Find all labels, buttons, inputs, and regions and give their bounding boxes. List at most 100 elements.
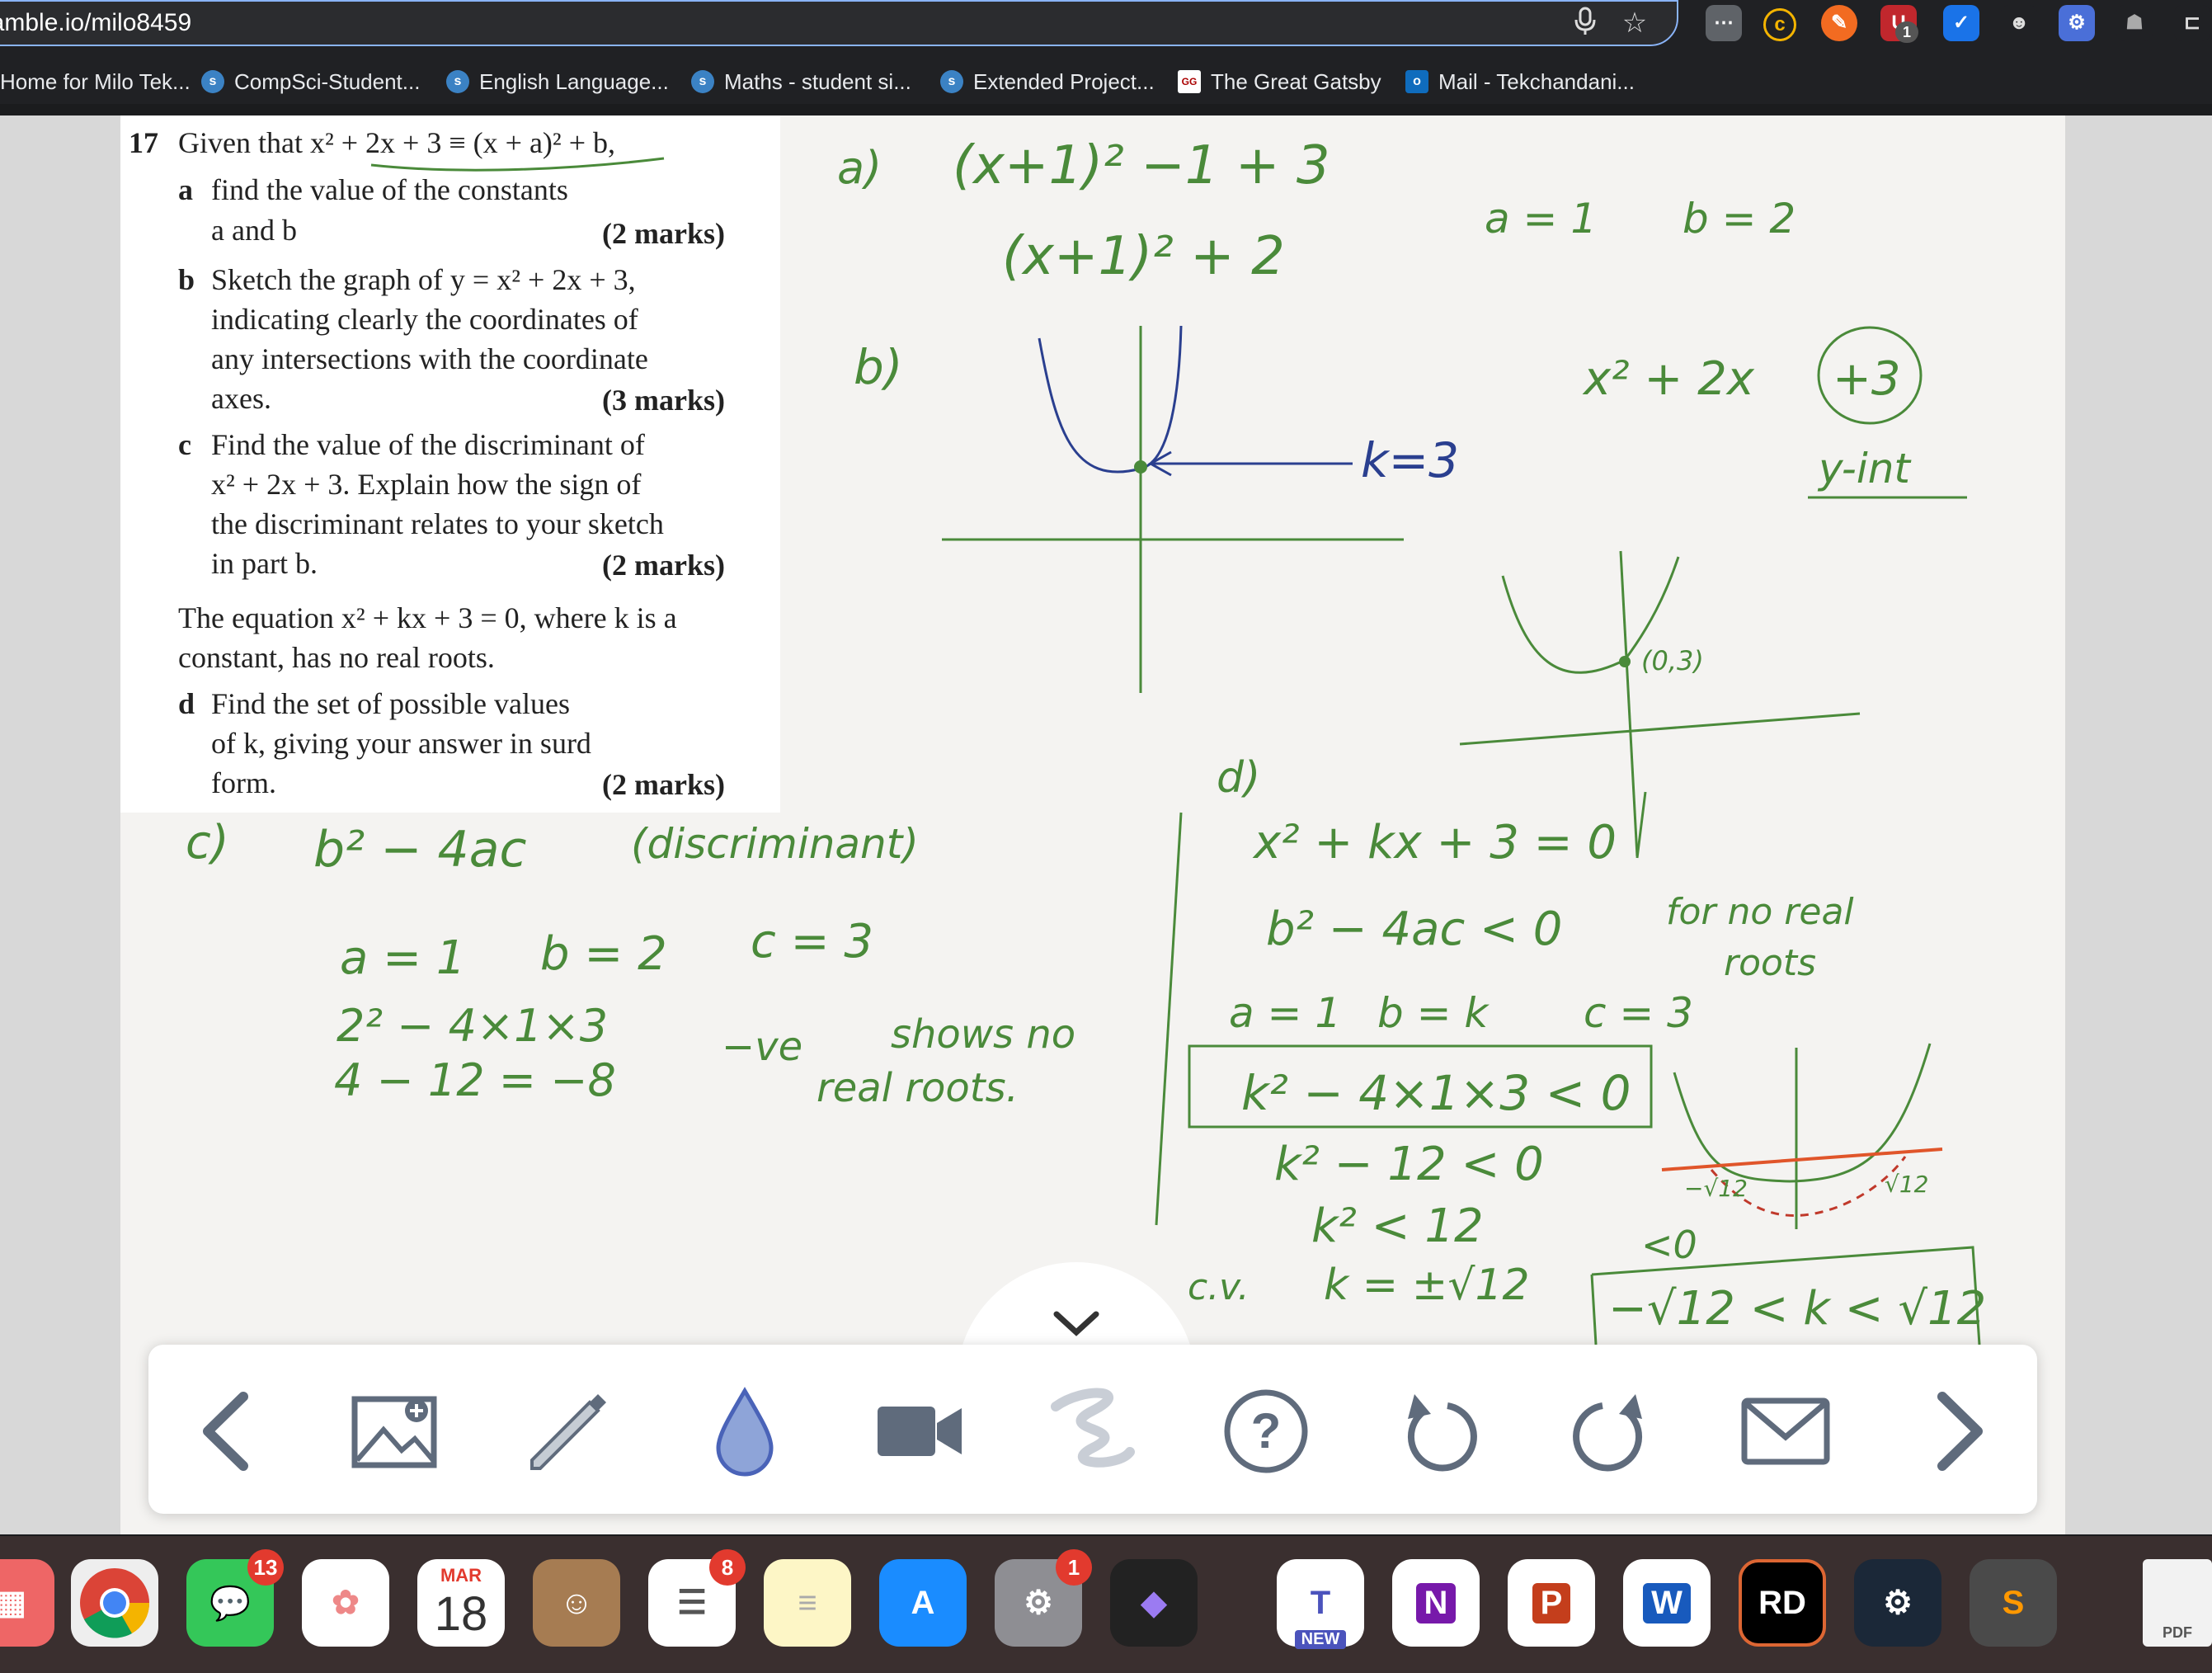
- scribble-icon[interactable]: [1043, 1386, 1142, 1477]
- rider-letter: RD: [1758, 1584, 1806, 1621]
- bookmark-mail[interactable]: o Mail - Tekchandani...: [1405, 59, 1635, 104]
- powerpoint-letter: P: [1532, 1582, 1571, 1624]
- pencil-icon[interactable]: [520, 1386, 619, 1477]
- sublime-text-icon[interactable]: S: [1970, 1559, 2057, 1647]
- onenote-letter: N: [1415, 1582, 1457, 1624]
- undo-icon[interactable]: [1390, 1386, 1489, 1477]
- extension-tool-icon[interactable]: ✎: [1821, 5, 1857, 41]
- bookmark-book-icon: GG: [1178, 70, 1201, 93]
- marks: (2 marks): [602, 768, 725, 801]
- settings-badge: 1: [1056, 1549, 1092, 1586]
- chrome-icon[interactable]: [71, 1559, 158, 1647]
- part-c-line: in part b.: [211, 547, 318, 580]
- part-letter: d: [178, 687, 195, 720]
- extension-cat-icon[interactable]: ☗: [2116, 5, 2153, 41]
- extension-ublock-icon[interactable]: U 1: [1880, 5, 1918, 43]
- bookmark-home[interactable]: Home for Milo Tek...: [0, 59, 191, 104]
- part-d-line: of k, giving your answer in surd: [211, 727, 591, 760]
- redo-icon[interactable]: [1561, 1386, 1660, 1477]
- part-d-intro: constant, has no real roots.: [178, 641, 495, 674]
- bookmark-site-icon: s: [940, 70, 963, 93]
- reminders-badge: 8: [709, 1549, 746, 1586]
- messages-badge: 13: [247, 1549, 284, 1586]
- part-letter: b: [178, 263, 195, 296]
- back-arrow-icon[interactable]: [177, 1386, 276, 1477]
- question-panel: 17 Given that x² + 2x + 3 ≡ (x + a)² + b…: [120, 115, 780, 813]
- bookmark-maths[interactable]: s Maths - student si...: [691, 59, 911, 104]
- bookmark-extended-project[interactable]: s Extended Project...: [940, 59, 1155, 104]
- part-b-line: axes.: [211, 382, 271, 415]
- mail-icon[interactable]: [1736, 1386, 1835, 1477]
- extension-face-icon[interactable]: ☻: [2001, 5, 2037, 41]
- pdf-label: PDF: [2163, 1624, 2192, 1641]
- chevron-down-icon[interactable]: [1052, 1308, 1101, 1341]
- ink-drop-icon[interactable]: [695, 1386, 794, 1477]
- bookmark-site-icon: s: [691, 70, 714, 93]
- part-b-line: indicating clearly the coordinates of: [211, 303, 638, 336]
- powerpoint-icon[interactable]: P: [1508, 1559, 1595, 1647]
- forward-arrow-icon[interactable]: [1909, 1386, 2008, 1477]
- star-icon[interactable]: ☆: [1618, 7, 1651, 40]
- contacts-icon[interactable]: ☺: [533, 1559, 620, 1647]
- app-store-icon[interactable]: A: [879, 1559, 967, 1647]
- part-a-line: a and b: [211, 214, 297, 247]
- extension-extra-icon[interactable]: ⊏: [2174, 5, 2210, 41]
- part-d-line: Find the set of possible values: [211, 687, 570, 720]
- bookmark-label: Home for Milo Tek...: [0, 68, 191, 94]
- extension-puzzle-icon[interactable]: ⚙: [2059, 5, 2095, 41]
- extensions-menu-icon[interactable]: ⋯: [1706, 5, 1742, 41]
- bookmark-english[interactable]: s English Language...: [446, 59, 669, 104]
- add-image-icon[interactable]: [346, 1386, 445, 1477]
- help-icon[interactable]: ?: [1217, 1386, 1315, 1477]
- bookmark-label: Maths - student si...: [724, 68, 911, 94]
- bookmarks-bar: Home for Milo Tek... s CompSci-Student...…: [0, 59, 2212, 104]
- part-letter: c: [178, 428, 191, 461]
- part-letter: a: [178, 173, 193, 206]
- teams-new-label: NEW: [1294, 1630, 1347, 1649]
- marks: (2 marks): [602, 217, 725, 250]
- outlook-icon: o: [1405, 70, 1428, 93]
- word-letter: W: [1643, 1582, 1691, 1624]
- part-d-line: form.: [211, 766, 276, 799]
- marks: (2 marks): [602, 549, 725, 582]
- messages-icon[interactable]: 💬 13: [186, 1549, 284, 1647]
- bookmark-compsci[interactable]: s CompSci-Student...: [201, 59, 420, 104]
- bookmark-label: The Great Gatsby: [1211, 68, 1381, 94]
- part-d-intro: The equation x² + kx + 3 = 0, where k is…: [178, 601, 677, 634]
- extension-check-icon[interactable]: ✓: [1943, 5, 1979, 41]
- bookmark-label: English Language...: [479, 68, 669, 94]
- part-b-line: any intersections with the coordinate: [211, 342, 648, 375]
- address-bar[interactable]: bramble.io/milo8459 ☆: [0, 0, 1678, 46]
- svg-text:?: ?: [1251, 1403, 1282, 1459]
- word-icon[interactable]: W: [1623, 1559, 1711, 1647]
- notes-icon[interactable]: ≡: [764, 1559, 851, 1647]
- question-stem: Given that x² + 2x + 3 ≡ (x + a)² + b,: [178, 126, 616, 159]
- teams-icon[interactable]: T NEW: [1277, 1559, 1364, 1649]
- obsidian-icon[interactable]: ◆: [1110, 1559, 1198, 1647]
- bookmark-label: Extended Project...: [973, 68, 1155, 94]
- url-text[interactable]: bramble.io/milo8459: [0, 5, 191, 41]
- bookmark-label: CompSci-Student...: [234, 68, 421, 94]
- part-c-line: the discriminant relates to your sketch: [211, 507, 664, 540]
- rider-icon[interactable]: RD: [1739, 1559, 1826, 1647]
- microphone-icon[interactable]: [1569, 7, 1602, 40]
- part-c-line: x² + 2x + 3. Explain how the sign of: [211, 468, 642, 501]
- reminders-icon[interactable]: ☰ 8: [648, 1549, 746, 1647]
- steam-icon[interactable]: ⚙: [1854, 1559, 1941, 1647]
- photos-icon[interactable]: ✿: [302, 1559, 389, 1647]
- calendar-day: 18: [434, 1586, 488, 1641]
- launchpad-icon[interactable]: ▦: [0, 1559, 54, 1647]
- video-camera-icon[interactable]: [870, 1386, 969, 1477]
- calendar-month: MAR: [440, 1564, 482, 1586]
- pdf-document-icon[interactable]: PDF: [2143, 1559, 2212, 1647]
- onenote-icon[interactable]: N: [1392, 1559, 1480, 1647]
- part-b-line: Sketch the graph of y = x² + 2x + 3,: [211, 263, 636, 296]
- extension-copy-icon[interactable]: c: [1763, 8, 1796, 41]
- bookmark-site-icon: s: [201, 70, 224, 93]
- marks: (3 marks): [602, 384, 725, 417]
- bookmark-site-icon: s: [446, 70, 469, 93]
- calendar-icon[interactable]: MAR 18: [417, 1559, 505, 1647]
- system-settings-icon[interactable]: ⚙ 1: [995, 1549, 1092, 1647]
- bookmark-label: Mail - Tekchandani...: [1438, 68, 1635, 94]
- bookmark-great-gatsby[interactable]: GG The Great Gatsby: [1178, 59, 1381, 104]
